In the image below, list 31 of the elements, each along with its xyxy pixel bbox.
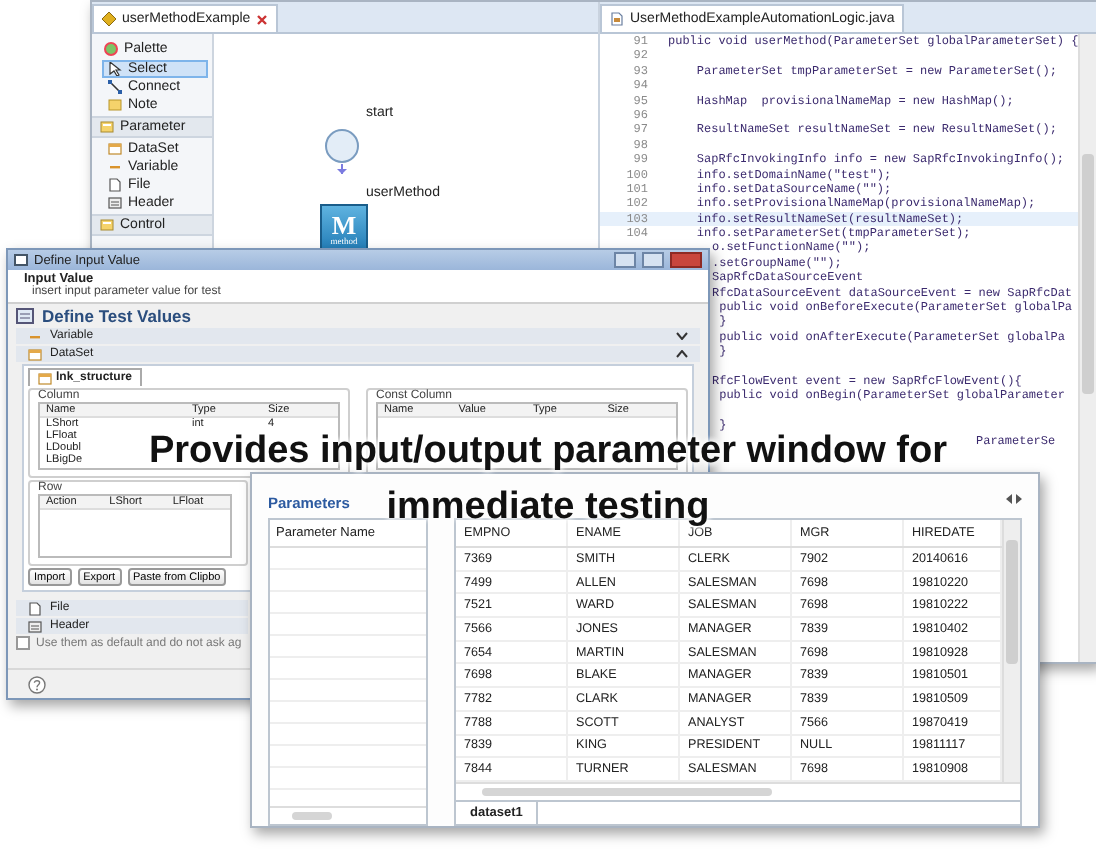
section-title: Define Test Values [42, 306, 191, 326]
note-icon [108, 98, 122, 112]
java-file-icon [610, 12, 624, 26]
file-icon [108, 178, 122, 192]
header-icon [28, 619, 42, 633]
dataset-icon [108, 142, 122, 156]
arrows-icon[interactable] [1006, 494, 1022, 504]
checkbox[interactable] [16, 636, 30, 650]
drawer-icon [100, 120, 114, 134]
horizontal-scrollbar[interactable] [456, 781, 1020, 800]
close-icon[interactable] [256, 13, 269, 25]
minimize-button[interactable] [614, 252, 636, 268]
help-icon[interactable] [28, 675, 46, 693]
start-node[interactable] [324, 128, 360, 164]
header-icon [108, 196, 122, 210]
maximize-button[interactable] [642, 252, 664, 268]
variable-icon [108, 160, 122, 174]
diagram-file-icon [102, 12, 116, 26]
drawer-icon [100, 218, 114, 232]
connect-icon [108, 80, 122, 94]
select-icon [108, 62, 122, 76]
close-button[interactable] [670, 252, 702, 268]
vertical-scrollbar[interactable] [1002, 520, 1020, 782]
form-icon [16, 308, 34, 324]
caption-text: Provides input/output parameter window for [148, 432, 948, 470]
vertical-scrollbar[interactable] [1078, 34, 1096, 662]
window-icon [14, 254, 28, 266]
dataset-icon [38, 371, 52, 385]
horizontal-scrollbar[interactable] [270, 805, 426, 824]
palette-icon [104, 42, 118, 56]
connector-arrow [336, 164, 348, 174]
